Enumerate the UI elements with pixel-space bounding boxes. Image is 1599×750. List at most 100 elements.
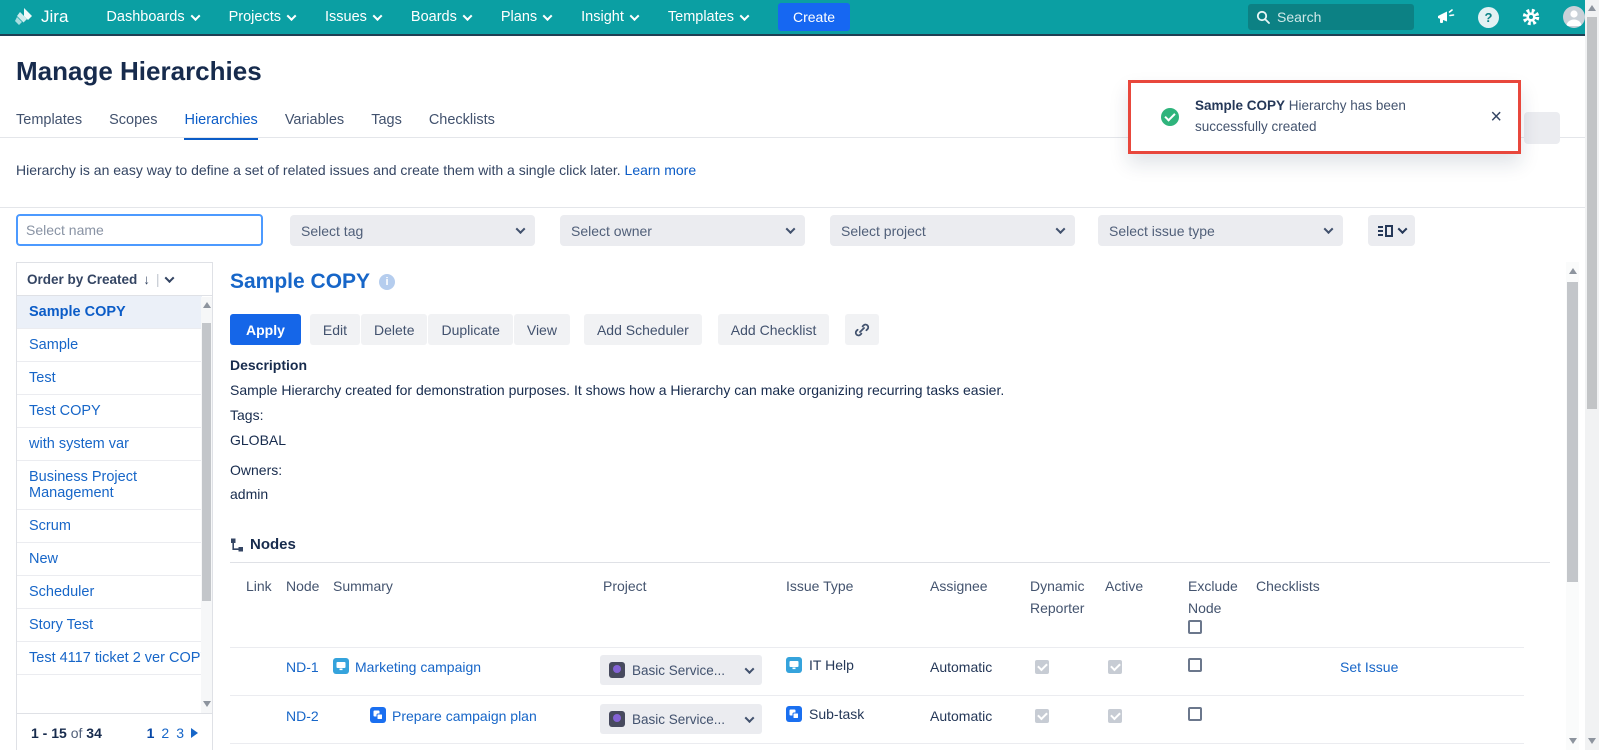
tab-checklists[interactable]: Checklists xyxy=(429,112,495,140)
page-2[interactable]: 2 xyxy=(161,725,169,741)
menu-insight[interactable]: Insight xyxy=(581,9,638,25)
col-project: Project xyxy=(603,576,647,598)
intro-divider xyxy=(0,207,1599,208)
node-key-link[interactable]: ND-2 xyxy=(286,708,319,724)
tab-templates[interactable]: Templates xyxy=(16,112,82,140)
filter-tag-select[interactable]: Select tag xyxy=(290,215,535,246)
filter-issue-type-select[interactable]: Select issue type xyxy=(1098,215,1343,246)
node-key-link[interactable]: ND-1 xyxy=(286,659,319,675)
chevron-down-icon xyxy=(287,11,297,21)
it-help-icon xyxy=(333,658,349,674)
exclude-all-checkbox[interactable] xyxy=(1188,620,1202,634)
list-item-scheduler[interactable]: Scheduler xyxy=(17,576,202,609)
page-1[interactable]: 1 xyxy=(147,725,155,741)
list-item-sample[interactable]: Sample xyxy=(17,329,202,362)
background-button[interactable] xyxy=(1524,112,1560,144)
add-checklist-button[interactable]: Add Checklist xyxy=(718,314,830,345)
view-layout-button[interactable] xyxy=(1368,215,1415,246)
chevron-down-icon[interactable] xyxy=(164,273,174,283)
scroll-down-icon[interactable] xyxy=(203,701,211,707)
info-icon[interactable]: i xyxy=(379,274,395,290)
content-scrollbar[interactable] xyxy=(1566,262,1579,750)
active-checkbox[interactable] xyxy=(1108,709,1122,723)
hierarchy-icon xyxy=(230,538,244,552)
col-issue-type: Issue Type xyxy=(786,576,853,598)
dynamic-reporter-checkbox[interactable] xyxy=(1035,660,1049,674)
project-avatar-icon xyxy=(609,711,625,727)
project-select[interactable]: Basic Service... xyxy=(600,655,762,685)
page-numbers: 1 2 3 xyxy=(147,725,198,741)
content-scrollbar-thumb[interactable] xyxy=(1567,282,1578,582)
scroll-down-icon[interactable] xyxy=(1588,738,1596,744)
filter-owner-select[interactable]: Select owner xyxy=(560,215,805,246)
announcements-button[interactable] xyxy=(1436,8,1456,26)
order-by-header[interactable]: Order by Created ↓ | xyxy=(17,263,212,296)
list-item-test-4117[interactable]: Test 4117 ticket 2 ver COPY xyxy=(17,642,202,675)
jira-logo[interactable]: Jira xyxy=(14,7,68,27)
result-range: 1 - 15 of 34 xyxy=(31,725,102,741)
sidebar-scrollbar-thumb[interactable] xyxy=(202,323,211,601)
dynamic-reporter-checkbox[interactable] xyxy=(1035,709,1049,723)
page-3[interactable]: 3 xyxy=(176,725,184,741)
manage-hierarchies-screen: Jira Dashboards Projects Issues Boards P… xyxy=(0,0,1599,750)
delete-button[interactable]: Delete xyxy=(361,314,427,345)
help-button[interactable]: ? xyxy=(1478,7,1499,28)
chevron-down-icon xyxy=(372,11,382,21)
active-checkbox[interactable] xyxy=(1108,660,1122,674)
create-button[interactable]: Create xyxy=(778,3,850,31)
project-select[interactable]: Basic Service... xyxy=(600,704,762,734)
menu-issues[interactable]: Issues xyxy=(325,9,381,25)
next-page-icon[interactable] xyxy=(191,728,198,738)
user-avatar[interactable] xyxy=(1563,6,1585,28)
close-icon[interactable]: × xyxy=(1490,107,1502,127)
list-item-test[interactable]: Test xyxy=(17,362,202,395)
tab-tags[interactable]: Tags xyxy=(371,112,402,140)
settings-button[interactable] xyxy=(1521,7,1541,27)
issue-type-cell: Sub-task xyxy=(786,706,864,722)
tab-scopes[interactable]: Scopes xyxy=(109,112,157,140)
list-item-scrum[interactable]: Scrum xyxy=(17,510,202,543)
action-buttons: Apply Edit Delete Duplicate View Add Sch… xyxy=(230,314,879,345)
exclude-node-checkbox[interactable] xyxy=(1188,707,1202,721)
scroll-down-icon[interactable] xyxy=(1569,738,1577,744)
col-summary: Summary xyxy=(333,576,393,598)
apply-button[interactable]: Apply xyxy=(230,314,301,345)
copy-link-button[interactable] xyxy=(845,314,879,345)
window-scrollbar-thumb[interactable] xyxy=(1587,17,1597,409)
sidebar-scrollbar[interactable] xyxy=(201,297,212,713)
window-scrollbar[interactable] xyxy=(1585,0,1599,750)
learn-more-link[interactable]: Learn more xyxy=(625,162,697,178)
add-scheduler-button[interactable]: Add Scheduler xyxy=(584,314,702,345)
list-item-sample-copy[interactable]: Sample COPY xyxy=(17,296,202,329)
filter-project-select[interactable]: Select project xyxy=(830,215,1075,246)
chevron-down-icon xyxy=(740,11,750,21)
tab-hierarchies[interactable]: Hierarchies xyxy=(184,112,257,140)
list-item-story-test[interactable]: Story Test xyxy=(17,609,202,642)
list-item-with-system-var[interactable]: with system var xyxy=(17,428,202,461)
list-item-business-project-management[interactable]: Business Project Management xyxy=(17,461,202,510)
menu-plans[interactable]: Plans xyxy=(501,9,551,25)
scroll-up-icon[interactable] xyxy=(1569,268,1577,274)
list-item-new[interactable]: New xyxy=(17,543,202,576)
arrow-down-icon[interactable]: ↓ xyxy=(143,272,150,287)
menu-dashboards[interactable]: Dashboards xyxy=(106,9,198,25)
filter-name-input[interactable] xyxy=(16,214,263,246)
list-item-test-copy[interactable]: Test COPY xyxy=(17,395,202,428)
tab-variables[interactable]: Variables xyxy=(285,112,344,140)
set-issue-link[interactable]: Set Issue xyxy=(1340,659,1398,675)
duplicate-button[interactable]: Duplicate xyxy=(428,314,512,345)
view-button[interactable]: View xyxy=(514,314,570,345)
hierarchy-title: Sample COPY xyxy=(230,270,370,294)
summary-link[interactable]: Prepare campaign plan xyxy=(392,708,537,724)
search-input[interactable] xyxy=(1277,9,1387,25)
exclude-node-checkbox[interactable] xyxy=(1188,658,1202,672)
global-search[interactable] xyxy=(1248,4,1414,30)
menu-boards[interactable]: Boards xyxy=(411,9,471,25)
scroll-up-icon[interactable] xyxy=(203,302,211,308)
assignee-cell: Automatic xyxy=(930,708,992,724)
menu-projects[interactable]: Projects xyxy=(229,9,295,25)
summary-link[interactable]: Marketing campaign xyxy=(355,659,481,675)
scroll-up-icon[interactable] xyxy=(1588,5,1596,11)
edit-button[interactable]: Edit xyxy=(310,314,360,345)
menu-templates[interactable]: Templates xyxy=(668,9,748,25)
